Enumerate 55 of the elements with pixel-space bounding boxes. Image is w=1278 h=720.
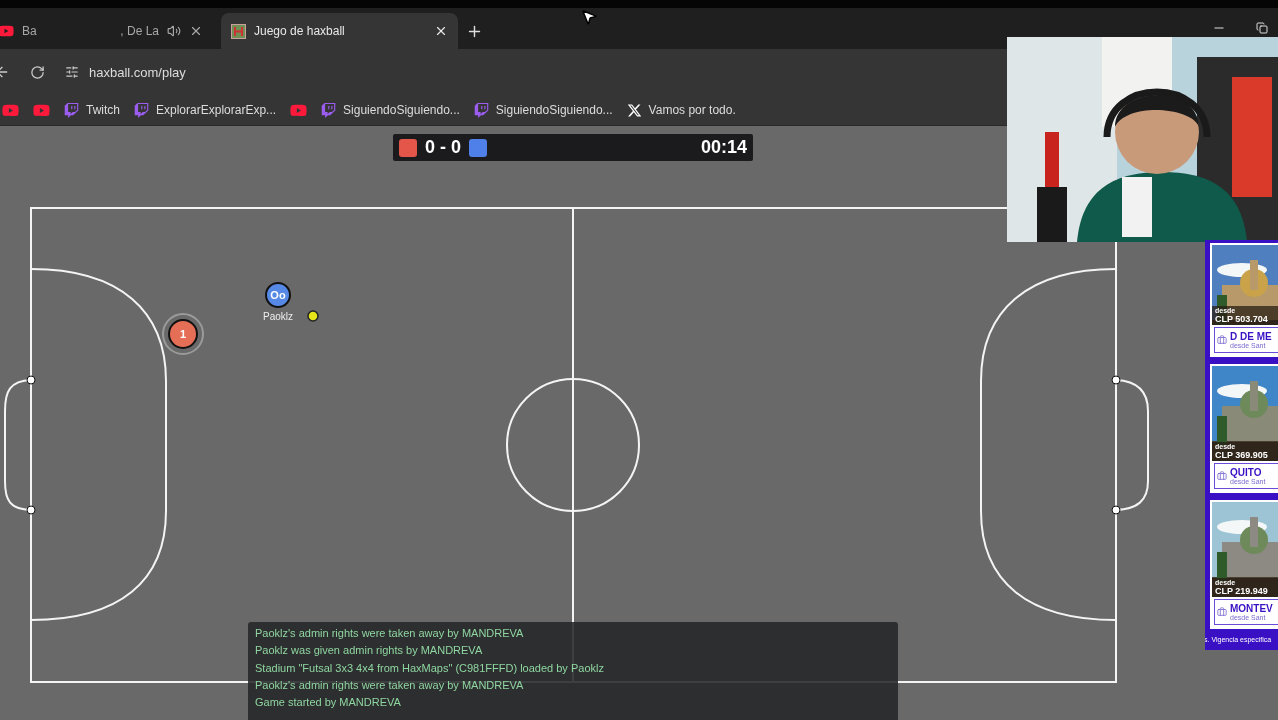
bookmark[interactable]: Vamos por todo.	[626, 102, 736, 118]
tab-title: Juego de haxball	[254, 24, 345, 38]
reload-icon[interactable]	[30, 64, 45, 80]
close-icon[interactable]	[189, 24, 203, 38]
chat-message: Paoklz's admin rights were taken away by MANDREVA	[255, 626, 525, 641]
bookmark-label: Twitch	[86, 103, 120, 117]
twitch-icon	[321, 102, 337, 118]
twitch-icon	[134, 102, 149, 118]
browser-tab[interactable]: Ba , De La	[0, 13, 213, 49]
ad-price: CLP 369.905	[1215, 450, 1269, 460]
player-disc	[168, 319, 198, 349]
speaker-icon[interactable]	[167, 24, 181, 38]
twitch-icon	[64, 102, 79, 118]
ad-price: CLP 219.949	[1215, 586, 1269, 596]
youtube-icon	[0, 23, 14, 39]
player-number: Oo	[270, 289, 286, 301]
chat-message: Stadium "Futsal 3x3 4x4 from HaxMaps" (C981FFFD) loaded by Paoklz	[255, 660, 605, 676]
match-timer: 00:14	[700, 137, 747, 158]
restore-icon[interactable]	[1256, 22, 1268, 34]
suitcase-icon	[1217, 471, 1227, 481]
player-number: 1	[179, 328, 187, 340]
bookmark-label: Vamos por todo.	[648, 103, 736, 117]
team-marker-icon	[469, 138, 488, 157]
ad-destination: D DE ME	[1230, 331, 1272, 342]
bookmark-label: ExplorarExplorarExp...	[156, 103, 277, 117]
ad-destination: MONTEV	[1230, 603, 1273, 614]
chat-message: Paoklz was given admin rights by MANDREVA	[255, 643, 484, 659]
url-field[interactable]: haxball.com/play	[89, 64, 186, 80]
bookmark-label: SiguiendoSiguiendo...	[495, 103, 613, 117]
mouse-cursor-icon	[580, 8, 598, 26]
close-icon[interactable]	[434, 24, 448, 38]
suitcase-icon	[1217, 607, 1227, 617]
twitch-icon	[473, 102, 489, 118]
browser-tab[interactable]: Juego de haxball	[221, 13, 458, 49]
site-info-icon[interactable]	[65, 65, 79, 79]
player-halo	[162, 313, 204, 355]
chat-message: Game started by MANDREVA	[255, 695, 402, 711]
chat-message: Paoklz's admin rights were taken away by MANDREVA	[255, 677, 525, 693]
player-disc	[265, 282, 291, 308]
suitcase-icon	[1217, 335, 1227, 345]
bookmark[interactable]: ExplorarExplorarExp...	[134, 102, 277, 118]
bookmark[interactable]: SiguiendoSiguiendo...	[321, 102, 460, 118]
score-text: 0 - 0	[425, 137, 462, 158]
ball	[307, 310, 319, 322]
bookmark-label: SiguiendoSiguiendo...	[343, 103, 460, 117]
bookmark[interactable]: Twitch	[64, 102, 120, 118]
site-favicon-icon	[231, 23, 246, 39]
tab-title: Ba	[22, 24, 37, 38]
ad-price: CLP 503.704	[1215, 314, 1269, 324]
team-marker-icon	[399, 138, 417, 157]
tab-title: , De La	[120, 24, 159, 38]
player-name: Paoklz	[263, 311, 293, 322]
bookmark[interactable]: SiguiendoSiguiendo...	[473, 102, 613, 118]
x-logo-icon	[626, 102, 642, 118]
ad-destination: QUITO	[1230, 467, 1263, 478]
